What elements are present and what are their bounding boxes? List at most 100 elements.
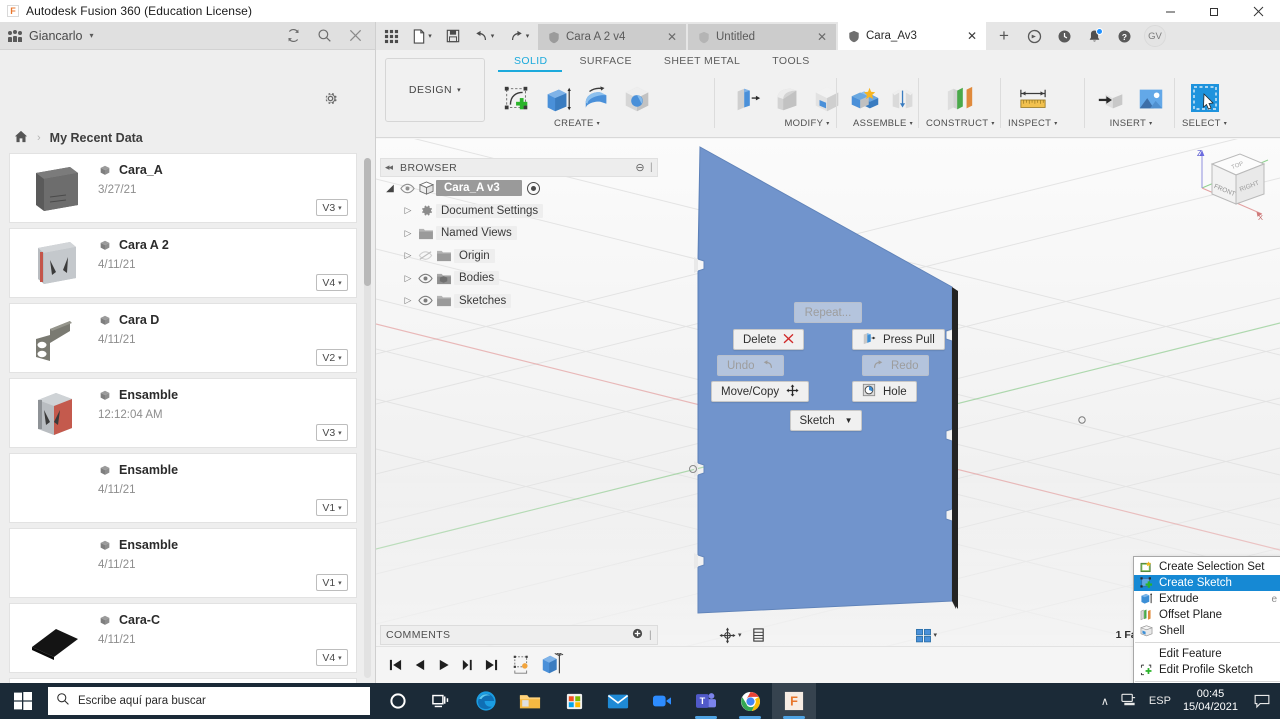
version-badge[interactable]: V4 ▾ <box>316 649 348 666</box>
browser-row-sketches[interactable]: ▷ Sketches <box>380 290 658 313</box>
list-item[interactable]: Ensamble 12:12:04 AM V3 ▾ <box>9 378 357 448</box>
list-item[interactable]: Ensamble 4/11/21 V1 ▾ <box>9 528 357 598</box>
data-panel-scrollbar[interactable] <box>364 158 371 678</box>
version-badge[interactable]: V3 ▾ <box>316 199 348 216</box>
comments-panel[interactable]: COMMENTS | <box>380 625 658 645</box>
close-icon[interactable]: ✕ <box>664 30 680 44</box>
context-item-offset-plane[interactable]: Offset Plane <box>1134 607 1280 623</box>
file-explorer-icon[interactable] <box>508 683 552 719</box>
eye-icon[interactable] <box>416 295 434 306</box>
new-tab-button[interactable]: + <box>990 23 1018 49</box>
context-item-create-selection-set[interactable]: Create Selection Set <box>1134 559 1280 575</box>
ribbon-tab-sheet-metal[interactable]: SHEET METAL <box>648 50 756 72</box>
edge-icon[interactable] <box>464 683 508 719</box>
play-icon[interactable] <box>432 653 454 677</box>
scrollbar-thumb[interactable] <box>364 158 371 286</box>
cortana-icon[interactable] <box>376 683 420 719</box>
maximize-button[interactable] <box>1192 0 1236 22</box>
activate-component-icon[interactable] <box>526 181 540 195</box>
help-icon[interactable]: ? <box>1110 23 1138 49</box>
clock[interactable]: 00:45 15/04/2021 <box>1183 688 1238 714</box>
press-pull-icon[interactable] <box>728 74 766 116</box>
step-forward-icon[interactable] <box>456 653 478 677</box>
redo-icon[interactable]: ▾ <box>502 23 536 49</box>
search-icon[interactable] <box>317 28 332 43</box>
recent-data-list[interactable]: Cara_A 3/27/21 V3 ▾ Cara A 2 4/11/21 V4 … <box>9 153 357 683</box>
microsoft-store-icon[interactable] <box>552 683 596 719</box>
go-to-beginning-icon[interactable] <box>384 653 406 677</box>
tray-overflow-icon[interactable]: ∧ <box>1101 695 1109 708</box>
expand-arrow-icon[interactable]: ▷ <box>400 228 416 239</box>
zoom-icon[interactable] <box>640 683 684 719</box>
version-badge[interactable]: V1 ▾ <box>316 574 348 591</box>
expand-arrow-icon[interactable]: ▷ <box>400 295 416 306</box>
version-badge[interactable]: V3 ▾ <box>316 424 348 441</box>
version-badge[interactable]: V4 ▾ <box>316 274 348 291</box>
file-new-icon[interactable]: ▾ <box>405 23 439 49</box>
fusion360-icon[interactable]: F <box>772 683 816 719</box>
close-button[interactable] <box>1236 0 1280 22</box>
offset-plane-icon[interactable] <box>938 74 982 116</box>
network-icon[interactable] <box>1121 692 1137 710</box>
eye-icon[interactable] <box>398 183 416 194</box>
tab-cara-a-2-v4[interactable]: Cara A 2 v4 ✕ <box>538 24 686 50</box>
mail-icon[interactable] <box>596 683 640 719</box>
insert-canvas-icon[interactable] <box>1132 74 1170 116</box>
minimize-icon[interactable]: ⊖ <box>635 161 645 174</box>
expand-arrow-icon[interactable]: ▷ <box>400 250 416 261</box>
fillet-icon[interactable] <box>768 74 806 116</box>
ribbon-tab-tools[interactable]: TOOLS <box>756 50 825 72</box>
close-icon[interactable]: ✕ <box>964 29 980 43</box>
select-window-icon[interactable] <box>1183 74 1227 116</box>
expand-arrow-icon[interactable]: ▷ <box>400 273 416 284</box>
bell-icon[interactable] <box>1080 23 1108 49</box>
list-item[interactable]: Cara-C 4/11/21 V4 ▾ <box>9 603 357 673</box>
sphere-icon[interactable] <box>618 74 656 116</box>
save-icon[interactable] <box>440 23 466 49</box>
browser-row-document-settings[interactable]: ▷ Document Settings <box>380 200 658 223</box>
context-item-edit-feature[interactable]: Edit Feature <box>1134 646 1280 662</box>
task-view-icon[interactable] <box>420 683 464 719</box>
extrude-icon[interactable] <box>538 74 576 116</box>
insert-derive-icon[interactable] <box>1092 74 1130 116</box>
step-back-icon[interactable] <box>408 653 430 677</box>
list-item[interactable]: Cara A 2 4/11/21 V4 ▾ <box>9 228 357 298</box>
revolve-icon[interactable] <box>578 74 616 116</box>
comment-add-icon[interactable] <box>632 628 643 642</box>
create-sketch-icon[interactable] <box>498 74 536 116</box>
home-icon[interactable] <box>14 130 28 146</box>
expand-arrow-icon[interactable]: ◢ <box>382 183 398 194</box>
eye-icon[interactable] <box>416 273 434 284</box>
ribbon-panel-label[interactable]: MODIFY ▾ <box>784 116 829 130</box>
ribbon-tab-surface[interactable]: SURFACE <box>564 50 648 72</box>
close-icon[interactable]: ✕ <box>814 30 830 44</box>
context-item-shell[interactable]: Shell <box>1134 623 1280 639</box>
orbit-icon[interactable]: ▾ <box>716 625 745 645</box>
tab-untitled[interactable]: Untitled ✕ <box>688 24 836 50</box>
workspace-switcher[interactable]: DESIGN ▾ <box>385 58 485 122</box>
context-item-create-sketch[interactable]: Create Sketch <box>1134 575 1280 591</box>
shell-icon[interactable] <box>808 74 846 116</box>
browser-row-bodies[interactable]: ▷ Bodies <box>380 267 658 290</box>
collapse-icon[interactable]: ◂◂ <box>385 162 393 173</box>
version-badge[interactable]: V1 ▾ <box>316 499 348 516</box>
expand-arrow-icon[interactable]: ▷ <box>400 205 416 216</box>
viewport-3d[interactable]: ◂◂ BROWSER ⊖ | ◢ Cara_A v3 ▷ Document Se… <box>376 139 1280 683</box>
refresh-icon[interactable] <box>286 28 301 43</box>
ribbon-panel-label[interactable]: CONSTRUCT ▾ <box>926 116 995 130</box>
avatar[interactable]: GV <box>1144 25 1166 47</box>
new-component-icon[interactable] <box>844 74 882 116</box>
chrome-icon[interactable] <box>728 683 772 719</box>
context-item-edit-profile-sketch[interactable]: Edit Profile Sketch <box>1134 662 1280 678</box>
ribbon-panel-label[interactable]: INSERT ▾ <box>1110 116 1153 130</box>
joint-icon[interactable] <box>884 74 922 116</box>
teams-icon[interactable]: T <box>684 683 728 719</box>
marking-delete-button[interactable]: Delete <box>733 329 805 350</box>
tab-cara-av3[interactable]: Cara_Av3 ✕ <box>838 22 986 50</box>
ribbon-panel-label[interactable]: INSPECT ▾ <box>1008 116 1058 130</box>
context-menu[interactable]: Create Selection Set Create Sketch Extru… <box>1133 556 1280 683</box>
measure-icon[interactable] <box>1011 74 1055 116</box>
list-item[interactable]: Cara_A 3/27/21 V3 ▾ <box>9 153 357 223</box>
context-item-extrude[interactable]: Extrude e <box>1134 591 1280 607</box>
job-status-icon[interactable] <box>1020 23 1048 49</box>
